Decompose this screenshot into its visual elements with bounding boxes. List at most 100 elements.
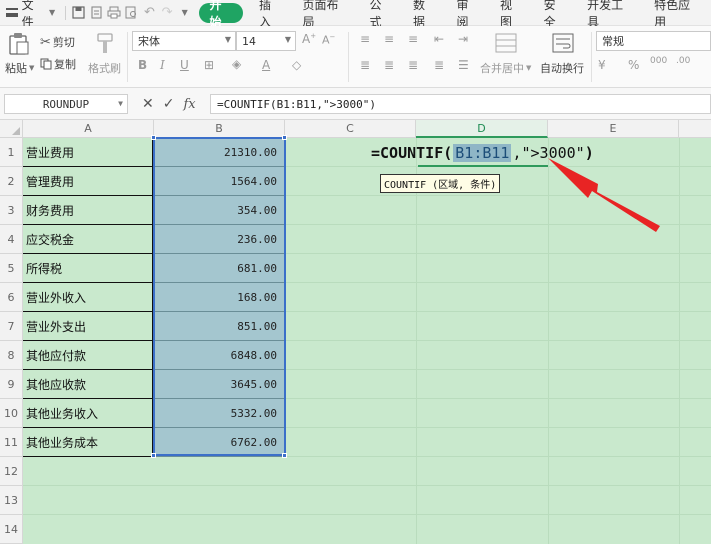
cell-b8[interactable]: 6848.00 — [154, 341, 285, 370]
row-header-2[interactable]: 2 — [0, 167, 23, 196]
cell-b5[interactable]: 681.00 — [154, 254, 285, 283]
column-header-f[interactable] — [679, 120, 711, 138]
tab-special-apps[interactable]: 特色应用 — [644, 0, 711, 29]
cell-b2[interactable]: 1564.00 — [154, 167, 285, 196]
merge-center-button[interactable]: 合并居中 ▼ — [478, 30, 534, 84]
cell-b3[interactable]: 354.00 — [154, 196, 285, 225]
font-color-icon[interactable]: A — [262, 58, 270, 72]
underline-icon[interactable]: U — [180, 58, 189, 72]
increase-font-icon[interactable]: A+ — [302, 32, 316, 46]
name-box[interactable]: ROUNDUP ▼ — [4, 94, 128, 114]
row-header-12[interactable]: 12 — [0, 457, 23, 486]
row-header-10[interactable]: 10 — [0, 399, 23, 428]
align-left-icon[interactable]: ≣ — [360, 58, 370, 72]
row-header-1[interactable]: 1 — [0, 138, 23, 167]
justify-icon[interactable]: ≣ — [434, 58, 444, 72]
selection-handle[interactable] — [151, 453, 156, 458]
distribute-icon[interactable]: ☰ — [458, 58, 469, 72]
tab-review[interactable]: 审阅 — [447, 0, 491, 29]
bold-icon[interactable]: B — [138, 58, 147, 72]
row-header-14[interactable]: 14 — [0, 515, 23, 544]
wrap-text-button[interactable]: 自动换行 — [538, 30, 588, 84]
cell-a5[interactable]: 所得税 — [23, 254, 153, 283]
cell-b1[interactable]: 21310.00 — [154, 138, 285, 167]
tab-developer[interactable]: 开发工具 — [577, 0, 644, 29]
worksheet-grid[interactable]: A B C D E 1 2 3 4 5 6 7 8 9 10 11 12 13 … — [0, 120, 711, 544]
increase-decimal-icon[interactable]: .00 — [676, 56, 690, 66]
align-center-icon[interactable]: ≣ — [384, 58, 394, 72]
row-header-7[interactable]: 7 — [0, 312, 23, 341]
tab-data[interactable]: 数据 — [403, 0, 447, 29]
decrease-font-icon[interactable]: A− — [322, 33, 335, 47]
tab-page-layout[interactable]: 页面布局 — [293, 0, 360, 29]
tab-home[interactable]: 开始 — [199, 0, 243, 29]
row-header-8[interactable]: 8 — [0, 341, 23, 370]
select-all-corner[interactable] — [0, 120, 23, 138]
print-icon[interactable] — [105, 4, 123, 22]
insert-function-icon[interactable]: fx — [183, 97, 195, 112]
formula-input[interactable]: =COUNTIF(B1:B11,">3000") — [210, 94, 711, 114]
indent-increase-icon[interactable]: ⇥ — [458, 32, 468, 46]
file-menu[interactable]: 文件 ▼ — [0, 0, 61, 29]
export-pdf-icon[interactable] — [88, 4, 106, 22]
row-header-5[interactable]: 5 — [0, 254, 23, 283]
column-header-e[interactable]: E — [548, 120, 679, 138]
confirm-icon[interactable]: ✓ — [163, 96, 175, 112]
align-right-icon[interactable]: ≣ — [408, 58, 418, 72]
cell-a1[interactable]: 营业费用 — [23, 138, 153, 167]
cell-b4[interactable]: 236.00 — [154, 225, 285, 254]
cell-b6[interactable]: 168.00 — [154, 283, 285, 312]
format-painter-button[interactable]: 格式刷 — [88, 30, 122, 84]
paste-button[interactable]: 粘贴 ▼ — [4, 30, 34, 84]
cell-a4[interactable]: 应交税金 — [23, 225, 153, 254]
font-size-select[interactable]: 14 ▼ — [236, 31, 296, 51]
clear-format-icon[interactable]: ◇ — [292, 58, 301, 72]
currency-icon[interactable]: ¥ — [598, 58, 606, 72]
print-preview-icon[interactable] — [123, 4, 141, 22]
tab-insert[interactable]: 插入 — [249, 0, 293, 29]
cell-a11[interactable]: 其他业务成本 — [23, 428, 153, 457]
customize-quick-access-icon[interactable]: ▼ — [176, 4, 194, 22]
cell-a2[interactable]: 管理费用 — [23, 167, 153, 196]
tab-formulas[interactable]: 公式 — [360, 0, 404, 29]
cell-a3[interactable]: 财务费用 — [23, 196, 153, 225]
cell-a8[interactable]: 其他应付款 — [23, 341, 153, 370]
cell-b7[interactable]: 851.00 — [154, 312, 285, 341]
cell-a7[interactable]: 营业外支出 — [23, 312, 153, 341]
selection-handle[interactable] — [282, 135, 287, 140]
row-header-4[interactable]: 4 — [0, 225, 23, 254]
column-header-b[interactable]: B — [154, 120, 285, 138]
cell-a9[interactable]: 其他应收款 — [23, 370, 153, 399]
cell-b11[interactable]: 6762.00 — [154, 428, 285, 457]
cancel-icon[interactable]: ✕ — [142, 96, 154, 112]
undo-icon[interactable]: ↶ — [141, 4, 159, 22]
row-header-13[interactable]: 13 — [0, 486, 23, 515]
thousands-icon[interactable]: 000 — [650, 56, 667, 66]
italic-icon[interactable]: I — [160, 58, 165, 72]
align-middle-icon[interactable]: ≡ — [384, 32, 394, 46]
fill-color-icon[interactable]: ◈ — [232, 57, 241, 71]
cell-in-edit-formula[interactable]: =COUNTIF( B1:B11 , ">3000" ) — [371, 140, 594, 166]
align-top-icon[interactable]: ≡ — [360, 32, 370, 46]
column-header-d[interactable]: D — [416, 120, 548, 138]
cell-a10[interactable]: 其他业务收入 — [23, 399, 153, 428]
row-header-3[interactable]: 3 — [0, 196, 23, 225]
column-header-a[interactable]: A — [23, 120, 154, 138]
column-header-c[interactable]: C — [285, 120, 416, 138]
row-header-11[interactable]: 11 — [0, 428, 23, 457]
selection-handle[interactable] — [151, 135, 156, 140]
tab-security[interactable]: 安全 — [534, 0, 578, 29]
save-icon[interactable] — [70, 4, 88, 22]
row-header-6[interactable]: 6 — [0, 283, 23, 312]
cell-b10[interactable]: 5332.00 — [154, 399, 285, 428]
cell-a6[interactable]: 营业外收入 — [23, 283, 153, 312]
tab-view[interactable]: 视图 — [490, 0, 534, 29]
redo-icon[interactable]: ↷ — [158, 4, 176, 22]
row-header-9[interactable]: 9 — [0, 370, 23, 399]
selection-handle[interactable] — [282, 453, 287, 458]
copy-button[interactable]: 复制 — [40, 56, 76, 72]
indent-decrease-icon[interactable]: ⇤ — [434, 32, 444, 46]
cut-button[interactable]: ✂ 剪切 — [40, 34, 75, 50]
number-format-select[interactable]: 常规 — [596, 31, 711, 51]
border-icon[interactable]: ⊞ — [204, 58, 214, 72]
